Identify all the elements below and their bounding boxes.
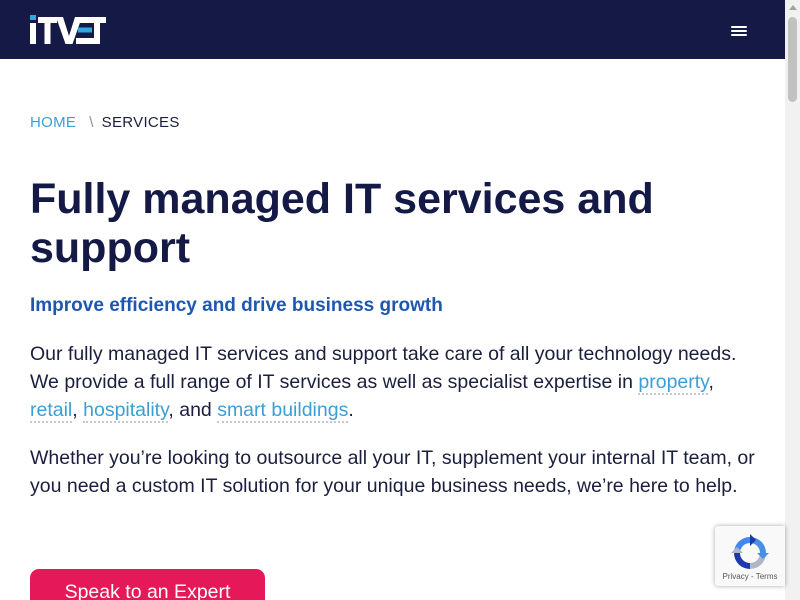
- scrollbar-thumb[interactable]: [788, 17, 797, 102]
- hamburger-menu-icon[interactable]: [726, 19, 752, 43]
- hospitality-link[interactable]: hospitality: [83, 399, 169, 423]
- property-link[interactable]: property: [638, 371, 709, 395]
- itvet-logo[interactable]: [30, 15, 106, 44]
- breadcrumb-current: SERVICES: [101, 114, 180, 131]
- retail-link[interactable]: retail: [30, 399, 73, 423]
- intro-separator: , and: [168, 399, 218, 421]
- recaptcha-terms-link[interactable]: Terms: [756, 572, 778, 581]
- recaptcha-links: Privacy - Terms: [715, 572, 785, 581]
- speak-to-expert-button[interactable]: Speak to an Expert: [30, 569, 265, 600]
- page-title: Fully managed IT services and support: [30, 175, 654, 272]
- recaptcha-icon: [731, 534, 769, 569]
- intro-separator: ,: [72, 399, 84, 421]
- breadcrumb-separator: \: [89, 114, 94, 131]
- page-subtitle: Improve efficiency and drive business gr…: [30, 295, 443, 316]
- breadcrumb: HOME \ SERVICES: [30, 114, 180, 131]
- recaptcha-separator: -: [748, 572, 756, 581]
- recaptcha-badge[interactable]: Privacy - Terms: [715, 526, 785, 586]
- smart-buildings-link[interactable]: smart buildings: [217, 399, 349, 423]
- intro-paragraph: Our fully managed IT services and suppor…: [30, 340, 755, 424]
- page-scrollbar[interactable]: [785, 0, 800, 600]
- site-header: [0, 0, 785, 59]
- intro-end: .: [348, 399, 354, 421]
- page: HOME \ SERVICES Fully managed IT services …: [0, 0, 800, 600]
- intro-text: Our fully managed IT services and suppor…: [30, 343, 737, 393]
- scroll-up-arrow-icon[interactable]: [789, 5, 797, 10]
- intro-separator: ,: [708, 371, 714, 393]
- recaptcha-privacy-link[interactable]: Privacy: [723, 572, 749, 581]
- breadcrumb-home-link[interactable]: HOME: [30, 114, 76, 131]
- help-paragraph: Whether you’re looking to outsource all …: [30, 447, 755, 497]
